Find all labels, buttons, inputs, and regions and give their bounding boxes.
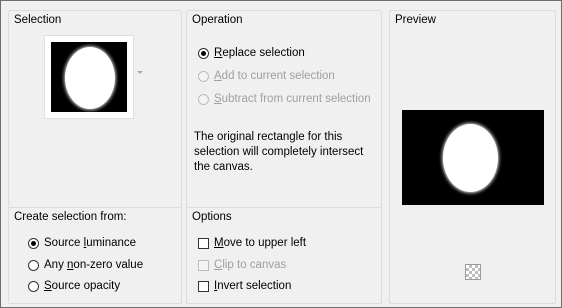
checkerboard-icon[interactable] [465,264,481,280]
radio-button-icon[interactable] [198,70,209,82]
radio-button-icon[interactable] [28,259,39,271]
operation-title: Operation [192,14,243,26]
operation-group: Operation Replace selection Add to curre… [186,10,382,208]
radio-button-icon[interactable] [28,237,39,249]
selection-ellipse-shape [65,47,115,109]
chevron-down-icon[interactable] [137,71,143,74]
checkbox-icon[interactable] [198,237,209,249]
options-group: Options Move to upper left Clip to canva… [186,207,382,304]
selection-mask-image [51,42,127,112]
selection-thumbnail[interactable] [44,35,134,119]
checkbox-clip-to-canvas[interactable]: Clip to canvas [198,257,286,273]
preview-title: Preview [395,14,436,26]
checkbox-move-to-upper-left[interactable]: Move to upper left [198,235,306,251]
selection-group: Selection [8,10,182,208]
preview-image [402,110,544,205]
radio-label: Any non-zero value [44,259,144,271]
radio-label: Source luminance [44,237,137,249]
checkbox-icon[interactable] [198,280,209,292]
checkbox-label: Invert selection [214,280,292,292]
radio-label: Replace selection [214,47,305,59]
preview-ellipse-shape [443,124,498,192]
radio-source-opacity[interactable]: Source opacity [28,278,120,294]
create-selection-from-group: Create selection from: Source luminance … [8,207,182,304]
checkbox-label: Move to upper left [214,237,307,249]
checkbox-icon[interactable] [198,259,209,271]
radio-label: Source opacity [44,280,121,292]
radio-replace-selection[interactable]: Replace selection [198,45,305,61]
radio-source-luminance[interactable]: Source luminance [28,235,136,251]
dialog-frame: Selection Operation Replace selection Ad… [0,0,562,308]
operation-description: The original rectangle for this selectio… [194,131,364,173]
checkbox-label: Clip to canvas [214,259,287,271]
checkbox-invert-selection[interactable]: Invert selection [198,278,291,294]
radio-subtract-from-selection[interactable]: Subtract from current selection [198,91,371,107]
preview-group: Preview [389,10,556,304]
options-title: Options [192,211,232,223]
selection-title: Selection [14,14,62,26]
radio-any-non-zero-value[interactable]: Any non-zero value [28,257,143,273]
radio-button-icon[interactable] [28,280,39,292]
radio-label: Add to current selection [214,70,335,82]
create-selection-from-title: Create selection from: [14,211,127,223]
radio-label: Subtract from current selection [214,93,371,105]
radio-button-icon[interactable] [198,93,209,105]
radio-button-icon[interactable] [198,47,209,59]
radio-add-to-selection[interactable]: Add to current selection [198,68,335,84]
